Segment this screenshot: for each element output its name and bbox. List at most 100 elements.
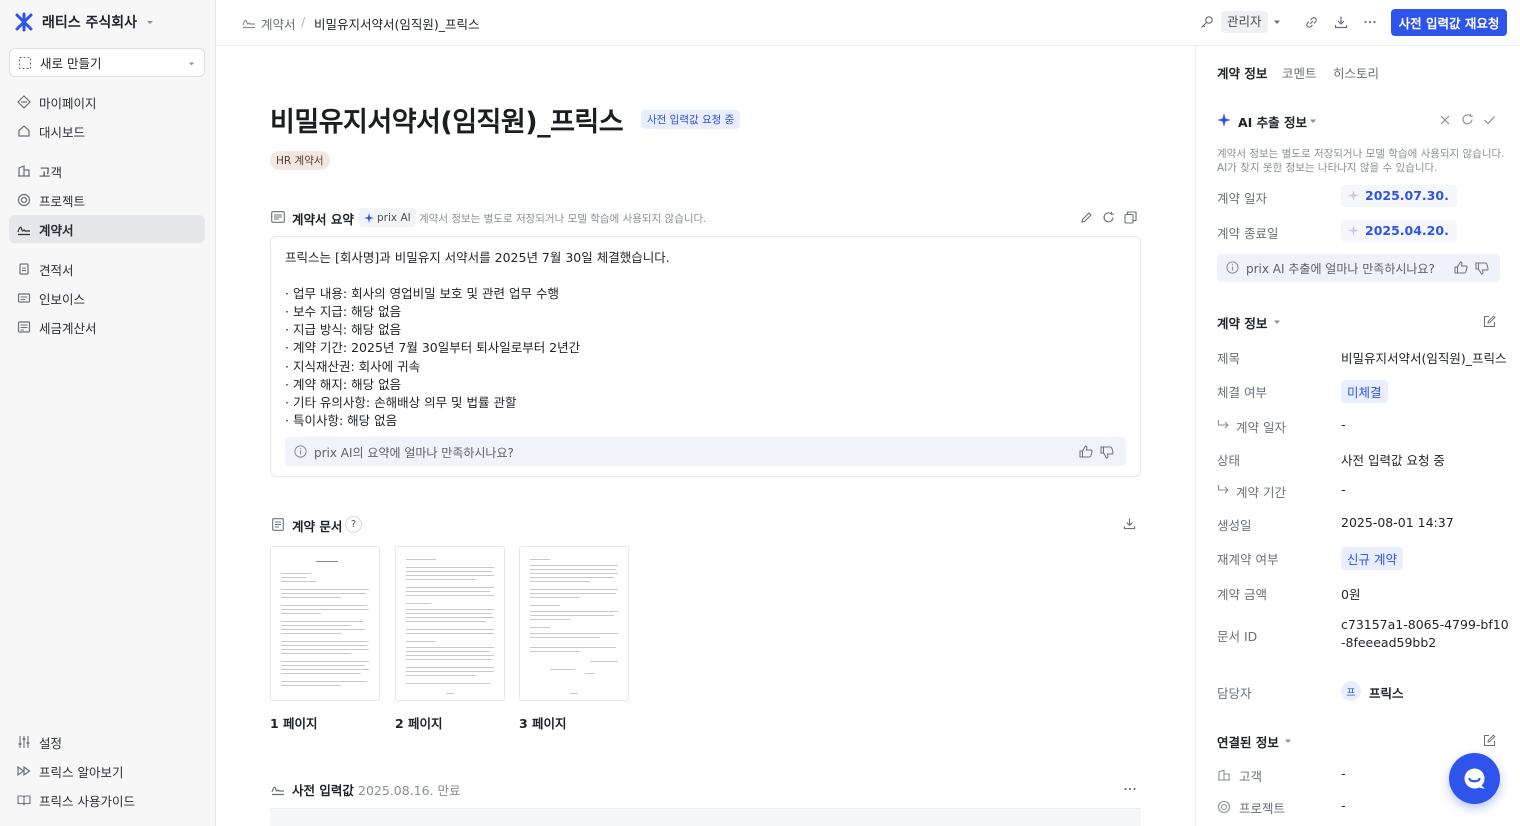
info-value-period[interactable]: - xyxy=(1341,482,1346,497)
avatar: 프 xyxy=(1341,681,1361,701)
download-icon[interactable] xyxy=(1123,517,1136,530)
sidebar-item-dashboard[interactable]: 대시보드 xyxy=(9,117,205,145)
sidebar-item-customers[interactable]: 고객 xyxy=(9,157,205,185)
thumbs-down-icon[interactable] xyxy=(1475,262,1489,275)
sidebar-item-contracts[interactable]: 계약서 xyxy=(9,215,205,243)
sidebar-item-settings[interactable]: 설정 xyxy=(9,728,205,756)
sidebar-item-label: 계약서 xyxy=(39,222,74,238)
more-icon[interactable] xyxy=(1123,782,1137,796)
info-value-title[interactable]: 비밀유지서약서(임직원)_프릭스 xyxy=(1341,348,1507,367)
chevron-down-icon xyxy=(147,21,154,24)
close-icon[interactable] xyxy=(1439,114,1451,126)
thumbs-up-icon[interactable] xyxy=(1079,445,1093,458)
info-label-doc-id: 문서 ID xyxy=(1217,629,1258,644)
help-icon-glyph: ? xyxy=(350,519,357,530)
company-name: 래티스 주식회사 xyxy=(42,15,138,31)
refresh-icon[interactable] xyxy=(1102,211,1115,224)
key-icon[interactable] xyxy=(1200,15,1214,29)
info-value-renewal[interactable]: 신규 계약 xyxy=(1341,547,1403,570)
linked-label-customer: 고객 xyxy=(1239,769,1263,784)
tab-contract-info[interactable]: 계약 정보 xyxy=(1217,63,1267,82)
copy-icon[interactable] xyxy=(1124,211,1137,224)
preinput-table-header xyxy=(270,808,1141,826)
sidebar-item-label: 견적서 xyxy=(39,262,74,278)
request-preinput-button[interactable]: 사전 입력값 재요청 xyxy=(1391,9,1507,36)
page-label: 1 페이지 xyxy=(270,716,318,731)
signature-icon xyxy=(242,19,255,29)
new-button[interactable]: 새로 만들기 xyxy=(9,48,205,77)
chevron-down-icon[interactable] xyxy=(1272,317,1282,327)
book-icon xyxy=(17,795,31,806)
sidebar-item-label: 인보이스 xyxy=(39,291,86,307)
thumbs-down-icon[interactable] xyxy=(1100,446,1114,459)
sub-arrow-icon xyxy=(1217,420,1229,429)
home-icon xyxy=(18,125,30,137)
sidebar-item-projects[interactable]: 프로젝트 xyxy=(9,186,205,214)
summary-line: · 계약 해지: 해당 없음 xyxy=(285,377,402,392)
summary-line: · 보수 지급: 해당 없음 xyxy=(285,304,402,319)
chat-support-button[interactable] xyxy=(1449,753,1500,804)
chevron-down-icon[interactable] xyxy=(1283,736,1293,746)
summary-icon xyxy=(271,211,285,223)
info-value-status[interactable]: 사전 입력값 요청 중 xyxy=(1341,450,1445,469)
summary-disclaimer: 계약서 정보는 별도로 저장되거나 모델 학습에 사용되지 않습니다. xyxy=(419,213,707,225)
more-icon[interactable] xyxy=(1363,15,1377,29)
role-select[interactable]: 관리자 xyxy=(1221,11,1268,33)
breadcrumb-parent[interactable]: 계약서 xyxy=(261,14,296,33)
ai-feedback-text: prix AI 추출에 얼마나 만족하시나요? xyxy=(1246,262,1435,276)
tab-history[interactable]: 히스토리 xyxy=(1333,63,1379,82)
link-icon[interactable] xyxy=(1304,15,1319,30)
linked-label-project: 프로젝트 xyxy=(1239,801,1286,816)
ai-extract-title: AI 추출 정보 xyxy=(1238,115,1308,130)
sidebar-item-mypage[interactable]: 마이페이지 xyxy=(9,88,205,116)
sidebar-item-label: 프릭스 알아보기 xyxy=(39,764,124,780)
refresh-icon[interactable] xyxy=(1461,113,1474,126)
page-thumbnail-1[interactable] xyxy=(270,546,380,701)
edit-box-icon[interactable] xyxy=(1483,315,1496,328)
page-thumbnail-3[interactable] xyxy=(519,546,629,701)
workspace-switcher[interactable]: 래티스 주식회사 xyxy=(14,12,155,32)
page-label: 2 페이지 xyxy=(395,716,443,731)
sliders-icon xyxy=(18,736,30,748)
diamond-icon xyxy=(17,95,31,109)
thumbs-up-icon[interactable] xyxy=(1454,261,1468,274)
info-value-signed[interactable]: 미체결 xyxy=(1341,380,1388,403)
info-value-created: 2025-08-01 14:37 xyxy=(1341,515,1454,530)
category-tag[interactable]: HR 계약서 xyxy=(270,151,330,170)
page-thumbnail-2[interactable] xyxy=(395,546,505,701)
lattice-logo-icon xyxy=(15,12,33,32)
ai-field-end-date[interactable]: 2025.04.20. xyxy=(1341,220,1457,242)
forward-icon xyxy=(17,765,31,777)
sidebar-item-label: 세금계산서 xyxy=(39,320,97,336)
sidebar-item-guide[interactable]: 프릭스 사용가이드 xyxy=(9,786,205,814)
chevron-down-icon[interactable] xyxy=(1308,116,1318,126)
sidebar-item-about[interactable]: 프릭스 알아보기 xyxy=(9,757,205,785)
ai-field-value: 2025.04.20. xyxy=(1365,223,1449,238)
breadcrumb-separator: / xyxy=(301,14,306,29)
check-icon[interactable] xyxy=(1483,114,1496,126)
tab-comments[interactable]: 코멘트 xyxy=(1282,63,1317,82)
request-preinput-button-label: 사전 입력값 재요청 xyxy=(1398,16,1500,31)
info-value-owner[interactable]: 프릭스 xyxy=(1369,683,1404,702)
breadcrumb-current: 비밀유지서약서(임직원)_프릭스 xyxy=(314,17,480,32)
linked-value-project[interactable]: - xyxy=(1341,798,1346,813)
summary-line: · 특이사항: 해당 없음 xyxy=(285,413,398,428)
download-icon[interactable] xyxy=(1334,15,1348,29)
chevron-down-icon[interactable] xyxy=(1272,17,1282,27)
info-value-contract-date[interactable]: - xyxy=(1341,417,1346,432)
edit-icon[interactable] xyxy=(1080,211,1093,224)
info-value-amount[interactable]: 0원 xyxy=(1341,584,1360,603)
linked-value-customer[interactable]: - xyxy=(1341,766,1346,781)
invoice-icon xyxy=(17,293,31,303)
sidebar-item-invoices[interactable]: 인보이스 xyxy=(9,284,205,312)
sidebar-item-tax-invoices[interactable]: 세금계산서 xyxy=(9,313,205,341)
building-icon xyxy=(1218,769,1230,781)
edit-box-icon[interactable] xyxy=(1483,734,1496,747)
ai-badge-label: prix AI xyxy=(377,211,411,224)
ai-field-contract-date[interactable]: 2025.07.30. xyxy=(1341,185,1457,207)
sidebar-item-quotes[interactable]: 견적서 xyxy=(9,255,205,283)
summary-line: · 업무 내용: 회사의 영업비밀 보호 및 관련 업무 수행 xyxy=(285,286,559,301)
summary-line: · 계약 기간: 2025년 7월 30일부터 퇴사일로부터 2년간 xyxy=(285,340,581,355)
target-icon xyxy=(1217,800,1231,814)
help-icon[interactable]: ? xyxy=(345,516,362,533)
